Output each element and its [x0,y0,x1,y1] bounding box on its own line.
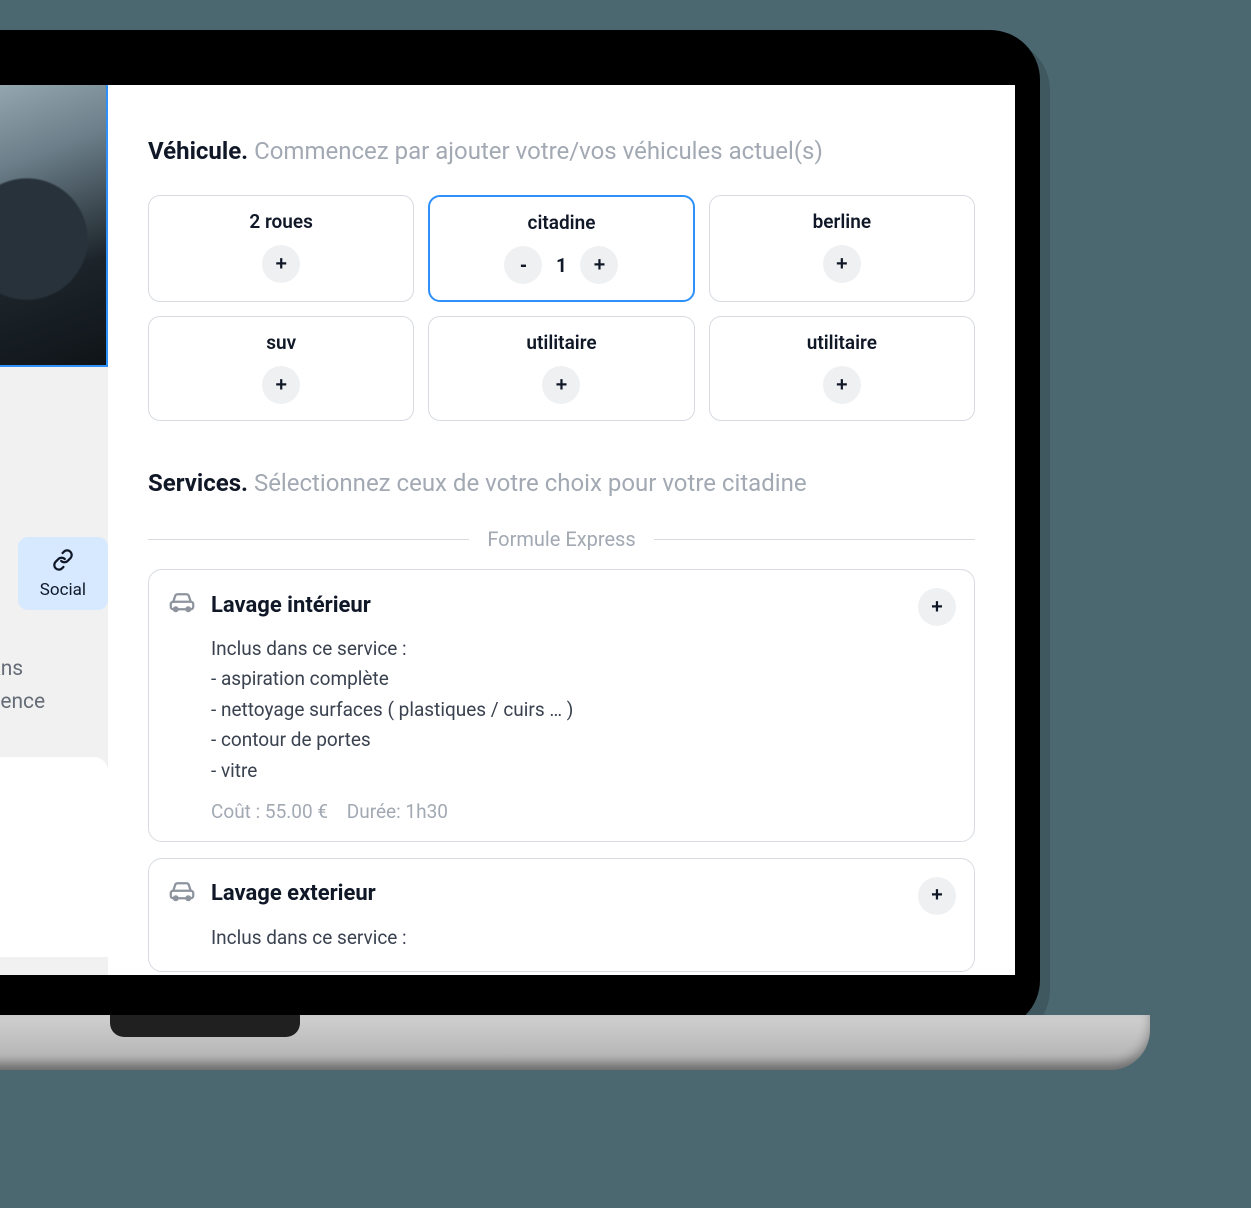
vehicle-add-button[interactable]: + [262,366,300,404]
vehicle-add-button[interactable]: + [542,366,580,404]
service-meta: Coût : 55.00 € Durée: 1h30 [167,800,954,823]
vehicle-card-utilitaire-1[interactable]: utilitaire + [428,316,694,421]
vehicle-card-suv[interactable]: suv + [148,316,414,421]
service-intro: Inclus dans ce service : [211,634,954,664]
vehicle-add-button[interactable]: + [823,366,861,404]
vehicle-card-2roues[interactable]: 2 roues + [148,195,414,302]
service-title: Lavage intérieur [211,593,371,618]
services-heading-rest: Sélectionnez ceux de votre choix pour vo… [254,469,807,497]
vehicle-card-citadine[interactable]: citadine - 1 + [428,195,694,302]
vehicle-grid: 2 roues + citadine - 1 + berline [148,195,975,421]
vehicle-add-button[interactable]: + [823,245,861,283]
vehicle-label: 2 roues [159,210,403,233]
service-cost: Coût : 55.00 € [211,800,328,823]
service-line: - vitre [211,756,954,786]
main-content: Véhicule. Commencez par ajouter votre/vo… [108,85,1015,975]
sidebar-tabs: Social [0,367,108,610]
vehicle-label: utilitaire [439,331,683,354]
laptop-base [0,1015,1150,1070]
vehicle-add-button[interactable]: + [262,245,300,283]
vehicle-label: berline [720,210,964,233]
vehicle-heading-rest: Commencez par ajouter votre/vos véhicule… [254,137,823,165]
car-icon [167,588,197,622]
vehicle-decrement-button[interactable]: - [504,246,542,284]
laptop-frame: Social 4Ans Expérience Véhicule. Commenc… [0,30,1040,1030]
service-duration: Durée: 1h30 [347,800,448,823]
service-card-lavage-interieur: Lavage intérieur + Inclus dans ce servic… [148,569,975,842]
services-group-divider: Formule Express [148,527,975,551]
sidebar-card-peek [0,757,108,957]
link-icon [52,549,74,576]
vehicle-heading-strong: Véhicule. [148,137,248,165]
car-icon [167,877,197,911]
sidebar-tab-social[interactable]: Social [18,537,108,610]
hero-image [0,85,108,367]
service-title: Lavage exterieur [211,881,376,906]
vehicle-increment-button[interactable]: + [580,246,618,284]
service-line: - aspiration complète [211,664,954,694]
laptop-notch [110,1015,300,1037]
services-section-heading: Services. Sélectionnez ceux de votre cho… [148,465,975,501]
service-card-lavage-exterieur: Lavage exterieur + Inclus dans ce servic… [148,858,975,972]
service-description: Inclus dans ce service : - aspiration co… [167,634,954,786]
experience-years-unit: Ans [0,657,23,681]
service-description: Inclus dans ce service : [167,923,954,953]
vehicle-card-berline[interactable]: berline + [709,195,975,302]
vehicle-quantity: 1 [554,254,568,277]
service-add-button[interactable]: + [918,588,956,626]
vehicle-label: citadine [440,211,682,234]
service-line: - contour de portes [211,725,954,755]
service-add-button[interactable]: + [918,877,956,915]
vehicle-section-heading: Véhicule. Commencez par ajouter votre/vo… [148,133,975,169]
experience-label: Expérience [0,687,98,717]
services-group-label: Formule Express [487,527,635,551]
vehicle-label: utilitaire [720,331,964,354]
sidebar: Social 4Ans Expérience [0,85,108,975]
service-line: - nettoyage surfaces ( plastiques / cuir… [211,695,954,725]
app-screen: Social 4Ans Expérience Véhicule. Commenc… [0,85,1015,975]
services-heading-strong: Services. [148,469,248,497]
service-intro: Inclus dans ce service : [211,923,954,953]
sidebar-tab-label: Social [40,580,86,600]
experience-block: 4Ans Expérience [0,610,108,745]
vehicle-card-utilitaire-2[interactable]: utilitaire + [709,316,975,421]
vehicle-label: suv [159,331,403,354]
